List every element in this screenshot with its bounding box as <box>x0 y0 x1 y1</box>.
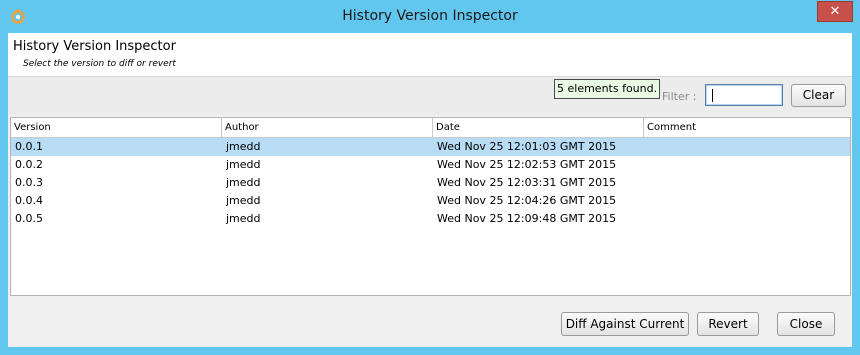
dialog-window: History Version Inspector ✕ History Vers… <box>0 0 860 355</box>
version-table[interactable]: Version Author Date Comment 0.0.1 jmedd … <box>10 117 851 296</box>
author-cell: jmedd <box>226 194 261 207</box>
results-count-badge: 5 elements found. <box>554 79 661 99</box>
dialog-content: History Version Inspector Select the ver… <box>8 33 852 347</box>
button-bar: Diff Against Current Revert Close <box>8 298 852 347</box>
table-row[interactable]: 0.0.1 jmedd Wed Nov 25 12:01:03 GMT 2015 <box>11 138 850 156</box>
column-header-comment[interactable]: Comment <box>644 118 850 137</box>
column-header-author[interactable]: Author <box>222 118 433 137</box>
close-button[interactable]: Close <box>777 312 835 336</box>
column-header-date[interactable]: Date <box>433 118 644 137</box>
filter-toolbar: 5 elements found. Filter : Clear <box>8 77 852 115</box>
date-cell: Wed Nov 25 12:09:48 GMT 2015 <box>437 212 617 225</box>
author-cell: jmedd <box>226 140 261 153</box>
text-caret <box>712 89 713 102</box>
author-cell: jmedd <box>226 212 261 225</box>
table-header: Version Author Date Comment <box>11 118 850 138</box>
dialog-heading: History Version Inspector <box>13 39 176 54</box>
window-close-button[interactable]: ✕ <box>817 1 853 22</box>
window-title: History Version Inspector <box>342 8 518 24</box>
clear-button[interactable]: Clear <box>791 84 846 107</box>
table-row[interactable]: 0.0.4 jmedd Wed Nov 25 12:04:26 GMT 2015 <box>11 192 850 210</box>
author-cell: jmedd <box>226 158 261 171</box>
diff-against-current-button[interactable]: Diff Against Current <box>561 312 689 336</box>
version-cell: 0.0.3 <box>15 176 43 189</box>
date-cell: Wed Nov 25 12:04:26 GMT 2015 <box>437 194 617 207</box>
column-header-version[interactable]: Version <box>11 118 222 137</box>
date-cell: Wed Nov 25 12:03:31 GMT 2015 <box>437 176 617 189</box>
author-cell: jmedd <box>226 176 261 189</box>
comment-cell <box>644 174 850 192</box>
table-row[interactable]: 0.0.2 jmedd Wed Nov 25 12:02:53 GMT 2015 <box>11 156 850 174</box>
comment-cell <box>644 138 850 156</box>
comment-cell <box>644 210 850 228</box>
filter-input[interactable] <box>705 84 783 106</box>
date-cell: Wed Nov 25 12:01:03 GMT 2015 <box>437 140 617 153</box>
version-cell: 0.0.1 <box>15 140 43 153</box>
table-row[interactable]: 0.0.5 jmedd Wed Nov 25 12:09:48 GMT 2015 <box>11 210 850 228</box>
dialog-subtitle: Select the version to diff or revert <box>23 59 176 69</box>
revert-button[interactable]: Revert <box>697 312 759 336</box>
table-row[interactable]: 0.0.3 jmedd Wed Nov 25 12:03:31 GMT 2015 <box>11 174 850 192</box>
date-cell: Wed Nov 25 12:02:53 GMT 2015 <box>437 158 617 171</box>
version-cell: 0.0.5 <box>15 212 43 225</box>
version-cell: 0.0.2 <box>15 158 43 171</box>
filter-label: Filter : <box>662 90 697 103</box>
title-bar[interactable]: History Version Inspector ✕ <box>0 0 860 33</box>
version-cell: 0.0.4 <box>15 194 43 207</box>
comment-cell <box>644 192 850 210</box>
comment-cell <box>644 156 850 174</box>
header-panel: History Version Inspector Select the ver… <box>8 33 852 77</box>
